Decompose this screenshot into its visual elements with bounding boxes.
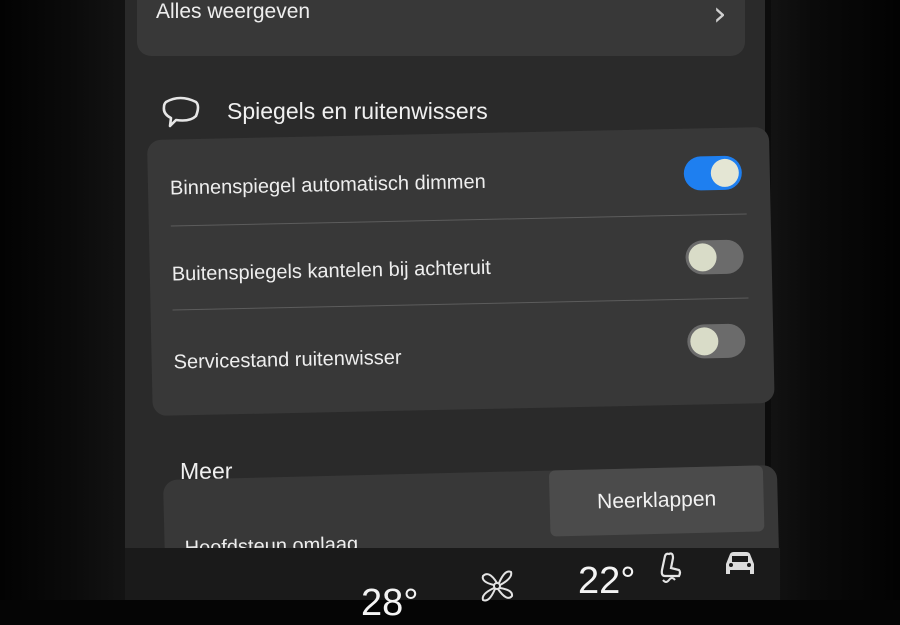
- toggle-knob: [710, 158, 740, 188]
- toggle-row[interactable]: Binnenspiegel automatisch dimmen: [147, 127, 769, 200]
- climate-bar: 28° 22°: [125, 548, 780, 624]
- toggle-side-mirror-tilt[interactable]: [685, 239, 744, 275]
- toggle-row[interactable]: Servicestand ruitenwisser: [147, 127, 769, 373]
- show-all-label: Alles weergeven: [156, 0, 311, 23]
- toggle-knob: [690, 327, 719, 356]
- settings-screen: Alles weergeven › Spiegels en ruitenwiss…: [125, 0, 780, 600]
- section-title-mirrors: Spiegels en ruitenwissers: [227, 98, 488, 124]
- row-divider: [170, 213, 747, 227]
- toggle-label-inner-mirror-dim: Binnenspiegel automatisch dimmen: [169, 170, 486, 200]
- row-divider: [172, 297, 749, 311]
- toggle-inner-mirror-dim[interactable]: [683, 155, 743, 191]
- temperature-right[interactable]: 22°: [578, 560, 635, 603]
- mirror-icon: [160, 96, 202, 133]
- fold-headrest-button[interactable]: Neerklappen: [548, 465, 765, 537]
- car-icon[interactable]: [722, 548, 758, 583]
- device-bezel-left: [0, 0, 135, 600]
- toggle-knob: [688, 243, 717, 272]
- mirrors-card: Binnenspiegel automatisch dimmen Buitens…: [147, 126, 775, 416]
- toggle-wiper-service[interactable]: [686, 323, 746, 359]
- seat-heat-icon[interactable]: [655, 550, 683, 593]
- chevron-right-icon: ›: [713, 0, 727, 34]
- toggle-label-side-mirror-tilt: Buitenspiegels kantelen bij achteruit: [171, 256, 492, 286]
- toggle-row[interactable]: Buitenspiegels kantelen bij achteruit: [147, 127, 769, 286]
- temperature-left[interactable]: 28°: [361, 582, 418, 625]
- fan-icon[interactable]: [477, 568, 517, 609]
- toggle-label-wiper-service: Servicestand ruitenwisser: [173, 346, 402, 374]
- show-all-row[interactable]: Alles weergeven ›: [137, 0, 745, 56]
